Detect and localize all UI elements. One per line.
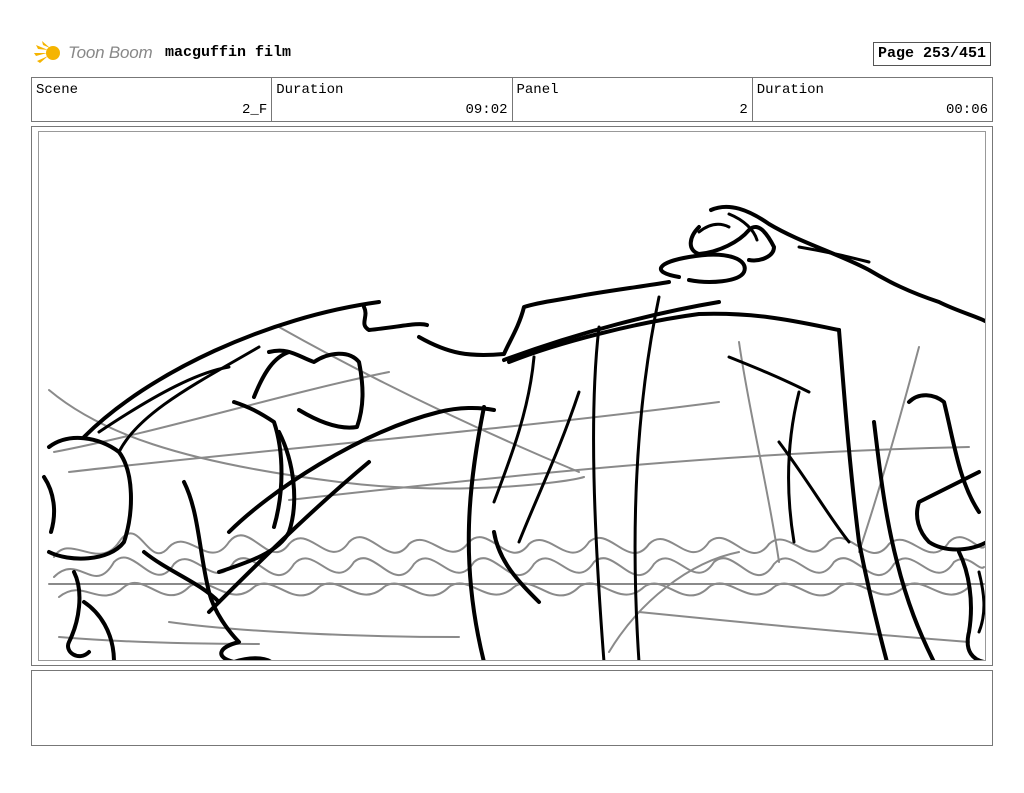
panel-duration-cell: Duration 00:06 — [753, 78, 992, 121]
storyboard-panel-frame — [31, 126, 993, 666]
sun-logo-icon — [34, 41, 60, 63]
page-indicator: Page 253/451 — [873, 42, 991, 66]
scene-duration-value: 09:02 — [465, 102, 508, 118]
scene-cell: Scene 2_F — [32, 78, 273, 121]
logo-text: Toon Boom — [68, 43, 153, 62]
panel-notes-box — [31, 670, 993, 746]
panel-label: Panel — [516, 82, 559, 98]
panel-value: 2 — [739, 102, 748, 118]
scene-value: 2_F — [242, 102, 268, 118]
project-title: macguffin film — [165, 44, 292, 61]
scene-info-row: Scene 2_F Duration 09:02 Panel 2 Duratio… — [31, 77, 993, 122]
sketch-dark-strokes — [42, 204, 985, 660]
panel-duration-label: Duration — [756, 82, 824, 98]
sketch-drawing — [42, 204, 985, 660]
scene-label: Scene — [36, 82, 79, 98]
panel-duration-value: 00:06 — [945, 102, 988, 118]
panel-cell: Panel 2 — [513, 78, 753, 121]
toon-boom-logo: Toon Boom — [34, 38, 153, 68]
scene-duration-label: Duration — [276, 82, 344, 98]
scene-duration-cell: Duration 09:02 — [272, 78, 513, 121]
storyboard-panel-image — [38, 131, 986, 661]
